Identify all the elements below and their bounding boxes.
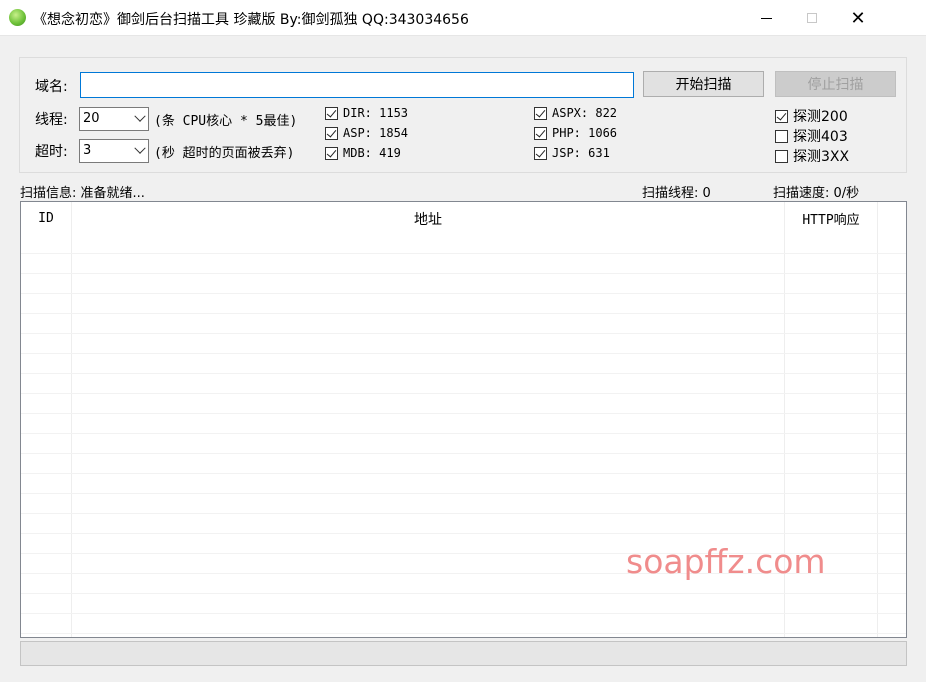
- stop-scan-button[interactable]: 停止扫描: [775, 71, 896, 97]
- grid-row-line: [21, 513, 906, 514]
- scan-info-status: 扫描信息: 准备就绪...: [20, 186, 145, 201]
- domain-input[interactable]: [80, 72, 634, 98]
- grid-row-line: [21, 613, 906, 614]
- dict-label: JSP: 631: [552, 146, 610, 160]
- threads-label: 线程:: [35, 112, 68, 128]
- window-title: 《想念初恋》御剑后台扫描工具 珍藏版 By:御剑孤独 QQ:343034656: [33, 12, 469, 28]
- close-button[interactable]: ✕: [835, 0, 881, 36]
- checkbox-box[interactable]: [325, 126, 338, 140]
- column-header-id[interactable]: ID: [21, 202, 71, 235]
- status-bar: [20, 641, 907, 666]
- dict-checkbox-dir[interactable]: DIR: 1153: [325, 106, 408, 120]
- dict-label: ASPX: 822: [552, 106, 618, 120]
- app-icon: [9, 9, 26, 26]
- probe-checkbox-3xx[interactable]: 探测3XX: [775, 146, 849, 166]
- dict-checkbox-php[interactable]: PHP: 1066: [534, 126, 617, 140]
- grid-row-line: [21, 493, 906, 494]
- grid-row-line: [21, 313, 906, 314]
- scan-speed-status: 扫描速度: 0/秒: [773, 186, 860, 201]
- dict-label: ASP: 1854: [343, 126, 409, 140]
- grid-row-line: [21, 393, 906, 394]
- dict-checkbox-jsp[interactable]: JSP: 631: [534, 146, 610, 160]
- checkbox-box[interactable]: [325, 146, 338, 160]
- grid-row-line: [21, 633, 906, 634]
- checkbox-box[interactable]: [534, 146, 547, 160]
- column-divider: [877, 202, 878, 637]
- grid-row-line: [21, 473, 906, 474]
- probe-label: 探测200: [793, 109, 848, 125]
- grid-row-line: [21, 593, 906, 594]
- chevron-down-icon: [134, 142, 146, 154]
- maximize-button[interactable]: [789, 0, 835, 36]
- timeout-hint: (秒 超时的页面被丢弃): [154, 146, 295, 161]
- timeout-value: 3: [83, 143, 92, 158]
- checkbox-box[interactable]: [775, 109, 788, 123]
- dict-checkbox-asp[interactable]: ASP: 1854: [325, 126, 408, 140]
- probe-checkbox-403[interactable]: 探测403: [775, 126, 848, 146]
- probe-checkbox-200[interactable]: 探测200: [775, 106, 848, 126]
- timeout-label: 超时:: [35, 144, 68, 160]
- checkbox-box[interactable]: [534, 106, 547, 120]
- scan-threads-status: 扫描线程: 0: [642, 186, 711, 201]
- grid-row-line: [21, 373, 906, 374]
- checkbox-box[interactable]: [325, 106, 338, 120]
- minimize-button[interactable]: [743, 0, 789, 36]
- grid-row-line: [21, 253, 906, 254]
- threads-select[interactable]: 20: [79, 107, 149, 131]
- title-bar: 《想念初恋》御剑后台扫描工具 珍藏版 By:御剑孤独 QQ:343034656 …: [0, 0, 926, 36]
- checkbox-box[interactable]: [775, 149, 788, 163]
- grid-row-line: [21, 273, 906, 274]
- grid-row-line: [21, 293, 906, 294]
- grid-row-line: [21, 453, 906, 454]
- checkbox-box[interactable]: [775, 129, 788, 143]
- grid-row-line: [21, 433, 906, 434]
- grid-row-line: [21, 353, 906, 354]
- column-header-address[interactable]: 地址: [72, 202, 784, 235]
- dict-checkbox-mdb[interactable]: MDB: 419: [325, 146, 401, 160]
- close-icon: ✕: [850, 7, 866, 29]
- grid-row-line: [21, 333, 906, 334]
- chevron-down-icon: [134, 110, 146, 122]
- dict-label: DIR: 1153: [343, 106, 409, 120]
- probe-label: 探测403: [793, 129, 848, 145]
- grid-row-line: [21, 413, 906, 414]
- minimize-icon: [760, 17, 772, 19]
- start-scan-button[interactable]: 开始扫描: [643, 71, 764, 97]
- column-header-http-response[interactable]: HTTP响应: [785, 202, 877, 235]
- threads-hint: (条 CPU核心 * 5最佳): [154, 114, 298, 129]
- probe-label: 探测3XX: [793, 149, 850, 165]
- checkbox-box[interactable]: [534, 126, 547, 140]
- maximize-icon: [807, 13, 817, 23]
- dict-label: PHP: 1066: [552, 126, 618, 140]
- results-list-header: ID 地址 HTTP响应: [21, 202, 906, 235]
- dict-label: MDB: 419: [343, 146, 401, 160]
- dict-checkbox-aspx[interactable]: ASPX: 822: [534, 106, 617, 120]
- domain-label: 域名:: [35, 79, 68, 95]
- grid-row-line: [21, 533, 906, 534]
- timeout-select[interactable]: 3: [79, 139, 149, 163]
- threads-value: 20: [83, 111, 100, 126]
- watermark-text: soapffz.com: [626, 542, 826, 581]
- column-divider: [71, 202, 72, 637]
